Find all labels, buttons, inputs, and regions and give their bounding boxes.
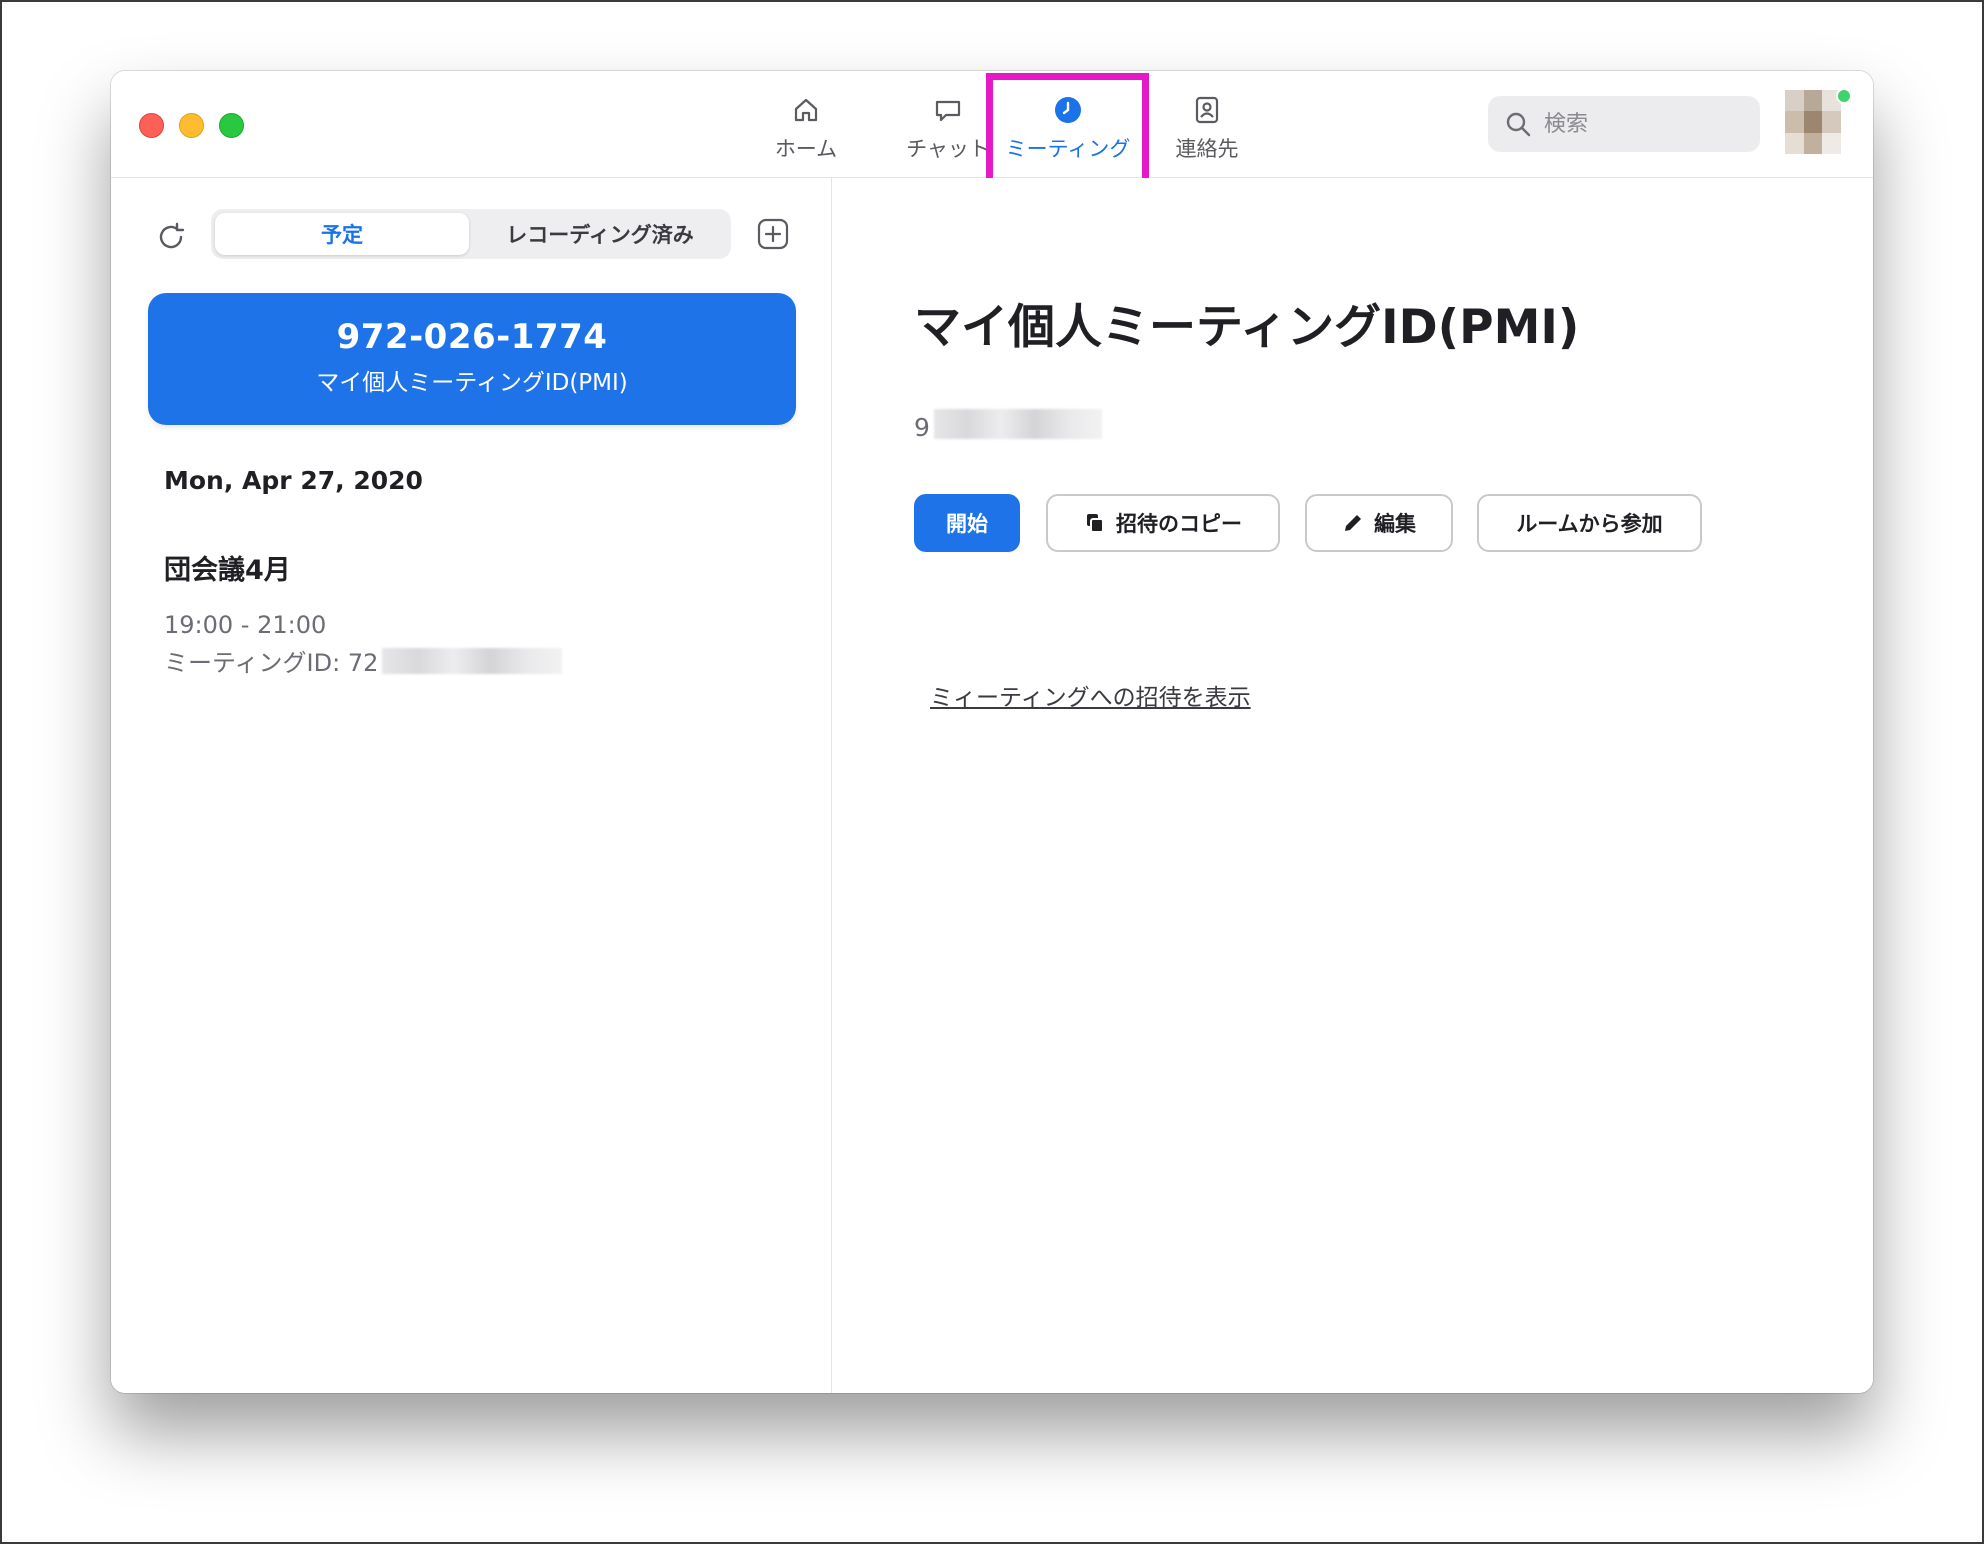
add-meeting-icon[interactable]	[756, 217, 790, 251]
join-from-room-button[interactable]: ルームから参加	[1477, 494, 1702, 552]
search-input[interactable]	[1544, 111, 1734, 137]
segment-recorded[interactable]: レコーディング済み	[473, 213, 727, 255]
search-box[interactable]	[1488, 96, 1760, 152]
clock-icon	[1051, 93, 1085, 127]
tab-contacts-label: 連絡先	[1175, 137, 1239, 161]
zoom-window-button[interactable]	[219, 113, 244, 138]
start-button[interactable]: 開始	[914, 494, 1020, 552]
date-heading: Mon, Apr 27, 2020	[164, 466, 423, 495]
meetings-list-panel: 予定 レコーディング済み 972-026-1774 マイ個人ミーティングID(P…	[111, 178, 832, 1393]
segment-scheduled[interactable]: 予定	[215, 213, 469, 255]
tab-home[interactable]: ホーム	[736, 71, 876, 178]
search-icon	[1506, 112, 1531, 137]
title-bar: ホーム チャット ミーティング 連絡先 検索	[111, 71, 1873, 185]
copy-invitation-button[interactable]: 招待のコピー	[1046, 494, 1280, 552]
refresh-icon[interactable]	[155, 221, 187, 253]
tab-meetings-label: ミーティング	[1005, 137, 1131, 161]
close-window-button[interactable]	[139, 113, 164, 138]
pmi-meeting-card[interactable]: 972-026-1774 マイ個人ミーティングID(PMI)	[148, 293, 796, 425]
pmi-label: マイ個人ミーティングID(PMI)	[316, 370, 628, 396]
tab-meetings[interactable]: ミーティング	[998, 71, 1138, 178]
meeting-id-text: ミーティングID: 72	[164, 649, 379, 677]
copy-icon	[1087, 514, 1104, 533]
meeting-id-text: 9	[914, 413, 930, 442]
pmi-number: 972-026-1774	[336, 317, 608, 357]
tab-contacts[interactable]: 連絡先	[1137, 71, 1277, 178]
meeting-time: 19:00 - 21:00	[164, 611, 327, 639]
zoom-app-window: ホーム チャット ミーティング 連絡先 検索 予定 レコーディング済み 972-…	[111, 71, 1873, 1393]
meeting-id-row: 9	[914, 408, 1102, 442]
copy-invitation-label: 招待のコピー	[1116, 512, 1242, 536]
list-item[interactable]: 団会議4月 19:00 - 21:00 ミーティングID: 72	[164, 548, 764, 678]
meeting-filter-segmented-control: 予定 レコーディング済み	[211, 209, 731, 259]
tab-chat[interactable]: チャット	[878, 71, 1018, 178]
home-icon	[789, 93, 823, 127]
redacted-meeting-id	[933, 408, 1102, 439]
contact-icon	[1190, 93, 1224, 127]
show-invitation-link[interactable]: ミィーティングへの招待を表示	[930, 678, 1251, 712]
avatar[interactable]	[1785, 90, 1841, 154]
redacted-meeting-id	[382, 647, 563, 674]
join-from-room-label: ルームから参加	[1516, 512, 1663, 536]
pencil-icon	[1345, 515, 1361, 531]
meeting-title: 団会議4月	[164, 555, 291, 586]
meeting-id-row: ミーティングID: 72	[164, 643, 764, 678]
page-title: マイ個人ミーティングID(PMI)	[914, 300, 1580, 355]
chat-bubble-icon	[931, 93, 965, 127]
tab-chat-label: チャット	[906, 137, 990, 161]
edit-button[interactable]: 編集	[1305, 494, 1453, 552]
meeting-detail-panel: マイ個人ミーティングID(PMI) 9 開始 招待のコピー 編集 ルームから参加…	[833, 178, 1873, 1393]
minimize-window-button[interactable]	[179, 113, 204, 138]
tab-home-label: ホーム	[774, 137, 838, 161]
edit-label: 編集	[1374, 512, 1416, 536]
online-status-indicator	[1836, 88, 1852, 104]
start-button-label: 開始	[946, 512, 988, 536]
